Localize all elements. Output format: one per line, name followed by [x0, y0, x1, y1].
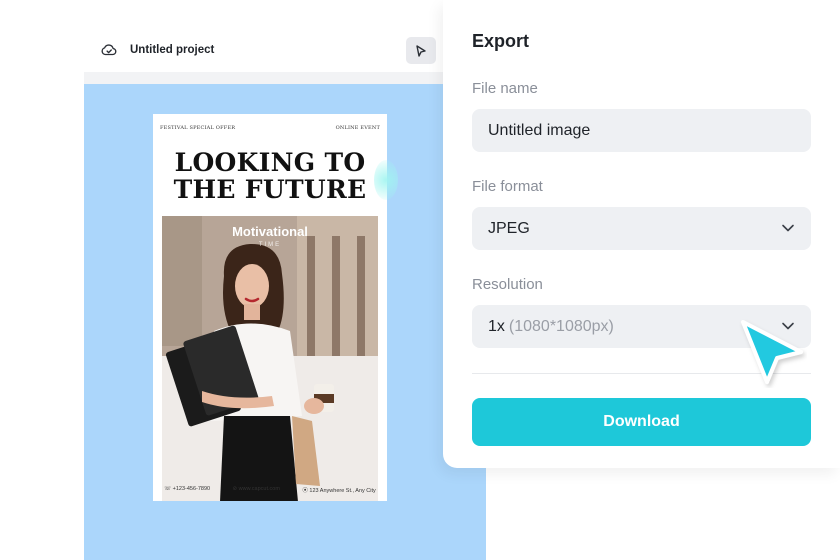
resolution-value: 1x	[488, 317, 505, 335]
export-title: Export	[472, 31, 530, 51]
poster-headline-line1: LOOKING TO	[174, 148, 366, 177]
poster-headline-line2: THE FUTURE	[173, 175, 367, 204]
poster-footer: ☏ +123-456-7890 ⊘ www.capcut.com ⦿ 123 A…	[153, 486, 387, 494]
select-tool-button[interactable]	[406, 37, 436, 64]
cursor-icon	[416, 44, 426, 57]
poster-badge: Motivational	[232, 224, 308, 239]
poster-top-right-text: ONLINE EVENT	[335, 125, 380, 131]
cloud-icon[interactable]	[100, 41, 118, 59]
businesswoman-image	[162, 216, 378, 501]
file-name-value: Untitled image	[488, 121, 591, 139]
poster-address-text: 123 Anywhere St., Any City	[309, 488, 376, 494]
poster-address: ⦿ 123 Anywhere St., Any City	[302, 488, 376, 494]
canvas-area[interactable]: FESTIVAL SPECIAL OFFER ONLINE EVENT LOOK…	[84, 84, 486, 560]
poster-website-text: www.capcut.com	[238, 486, 280, 492]
file-format-select[interactable]: JPEG	[472, 207, 811, 250]
poster-design[interactable]: FESTIVAL SPECIAL OFFER ONLINE EVENT LOOK…	[153, 114, 387, 501]
poster-phone: ☏ +123-456-7890	[164, 486, 211, 492]
poster-top-left-text: FESTIVAL SPECIAL OFFER	[160, 125, 236, 131]
export-panel: Export File name Untitled image File for…	[443, 0, 840, 468]
resolution-label: Resolution	[472, 276, 543, 293]
file-name-label: File name	[472, 80, 538, 97]
poster-badge-sub: TIME	[258, 242, 282, 248]
pointer-cursor-icon	[741, 320, 803, 384]
file-name-input[interactable]: Untitled image	[472, 109, 811, 152]
chevron-down-icon	[782, 224, 794, 232]
editor-topbar: Untitled project	[84, 28, 444, 72]
download-button[interactable]: Download	[472, 398, 811, 446]
file-format-label: File format	[472, 178, 543, 195]
poster-headline: LOOKING TO THE FUTURE	[153, 149, 387, 203]
project-title[interactable]: Untitled project	[130, 44, 214, 56]
selection-glow	[374, 160, 398, 200]
poster-photo: Motivational TIME	[162, 216, 378, 501]
editor-panel: Untitled project FESTIVAL SPECIAL OFFER …	[84, 28, 486, 560]
resolution-detail: (1080*1080px)	[508, 317, 614, 335]
poster-website: ⊘ www.capcut.com	[232, 486, 280, 492]
file-format-value: JPEG	[488, 219, 530, 237]
poster-phone-text: +123-456-7890	[172, 486, 211, 492]
